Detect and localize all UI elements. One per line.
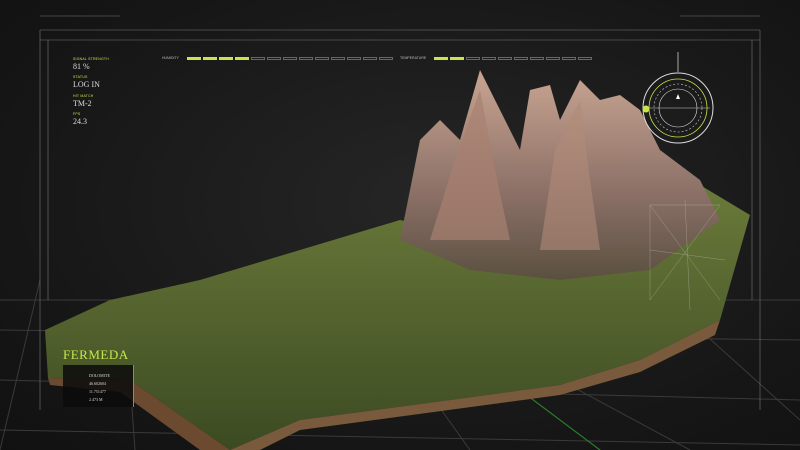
bar-segment: [562, 56, 577, 60]
match-value: TM-2: [73, 99, 92, 108]
altitude: 2.473 M: [89, 397, 103, 402]
fps-label: FPS: [73, 112, 81, 116]
bar-segment: [266, 56, 281, 60]
bar-segment: [466, 56, 481, 60]
location-name: FERMEDA: [63, 347, 129, 362]
bar-segment: [234, 56, 249, 60]
fps-value: 24.3: [73, 117, 87, 126]
bar-segment: [378, 56, 393, 60]
compass-widget: [642, 52, 714, 144]
temperature-bar: TEMPERATURE: [400, 56, 593, 60]
bar-segment: [282, 56, 297, 60]
compass-marker-icon: [642, 105, 650, 113]
longitude: 11.751477: [89, 389, 106, 394]
north-star-icon: [676, 94, 680, 99]
match-label: HIT MATCH: [73, 94, 94, 98]
bar-segment: [330, 56, 345, 60]
bar-segment: [186, 56, 201, 60]
bar-segment: [514, 56, 529, 60]
bar-segment: [362, 56, 377, 60]
bar-segment: [314, 56, 329, 60]
signal-label: SIGNAL STRENGTH: [73, 57, 109, 61]
status-label: STATUS: [73, 75, 88, 79]
humidity-label: HUMIDITY: [162, 56, 179, 60]
bar-segment: [546, 56, 561, 60]
terrain-model: [45, 70, 750, 450]
bar-segment: [250, 56, 265, 60]
bar-segment: [498, 56, 513, 60]
bar-segment: [434, 56, 449, 60]
bar-segment: [578, 56, 593, 60]
temperature-label: TEMPERATURE: [400, 56, 427, 60]
bar-segment: [482, 56, 497, 60]
rock-type: DOLOMITE: [89, 373, 110, 378]
latitude: 46.602604: [89, 381, 106, 386]
signal-value: 81 %: [73, 62, 90, 71]
bar-segment: [202, 56, 217, 60]
location-details: DOLOMITE 46.602604 11.751477 2.473 M: [63, 365, 134, 407]
bar-segment: [218, 56, 233, 60]
bar-segment: [450, 56, 465, 60]
status-value: LOG IN: [73, 80, 100, 89]
location-panel: FERMEDA DOLOMITE 46.602604 11.751477 2.4…: [63, 347, 134, 407]
bar-segment: [298, 56, 313, 60]
humidity-bar: HUMIDITY: [162, 56, 393, 60]
bar-segment: [530, 56, 545, 60]
bar-segment: [346, 56, 361, 60]
hud-viewport: SIGNAL STRENGTH 81 % STATUS LOG IN HIT M…: [0, 0, 800, 450]
